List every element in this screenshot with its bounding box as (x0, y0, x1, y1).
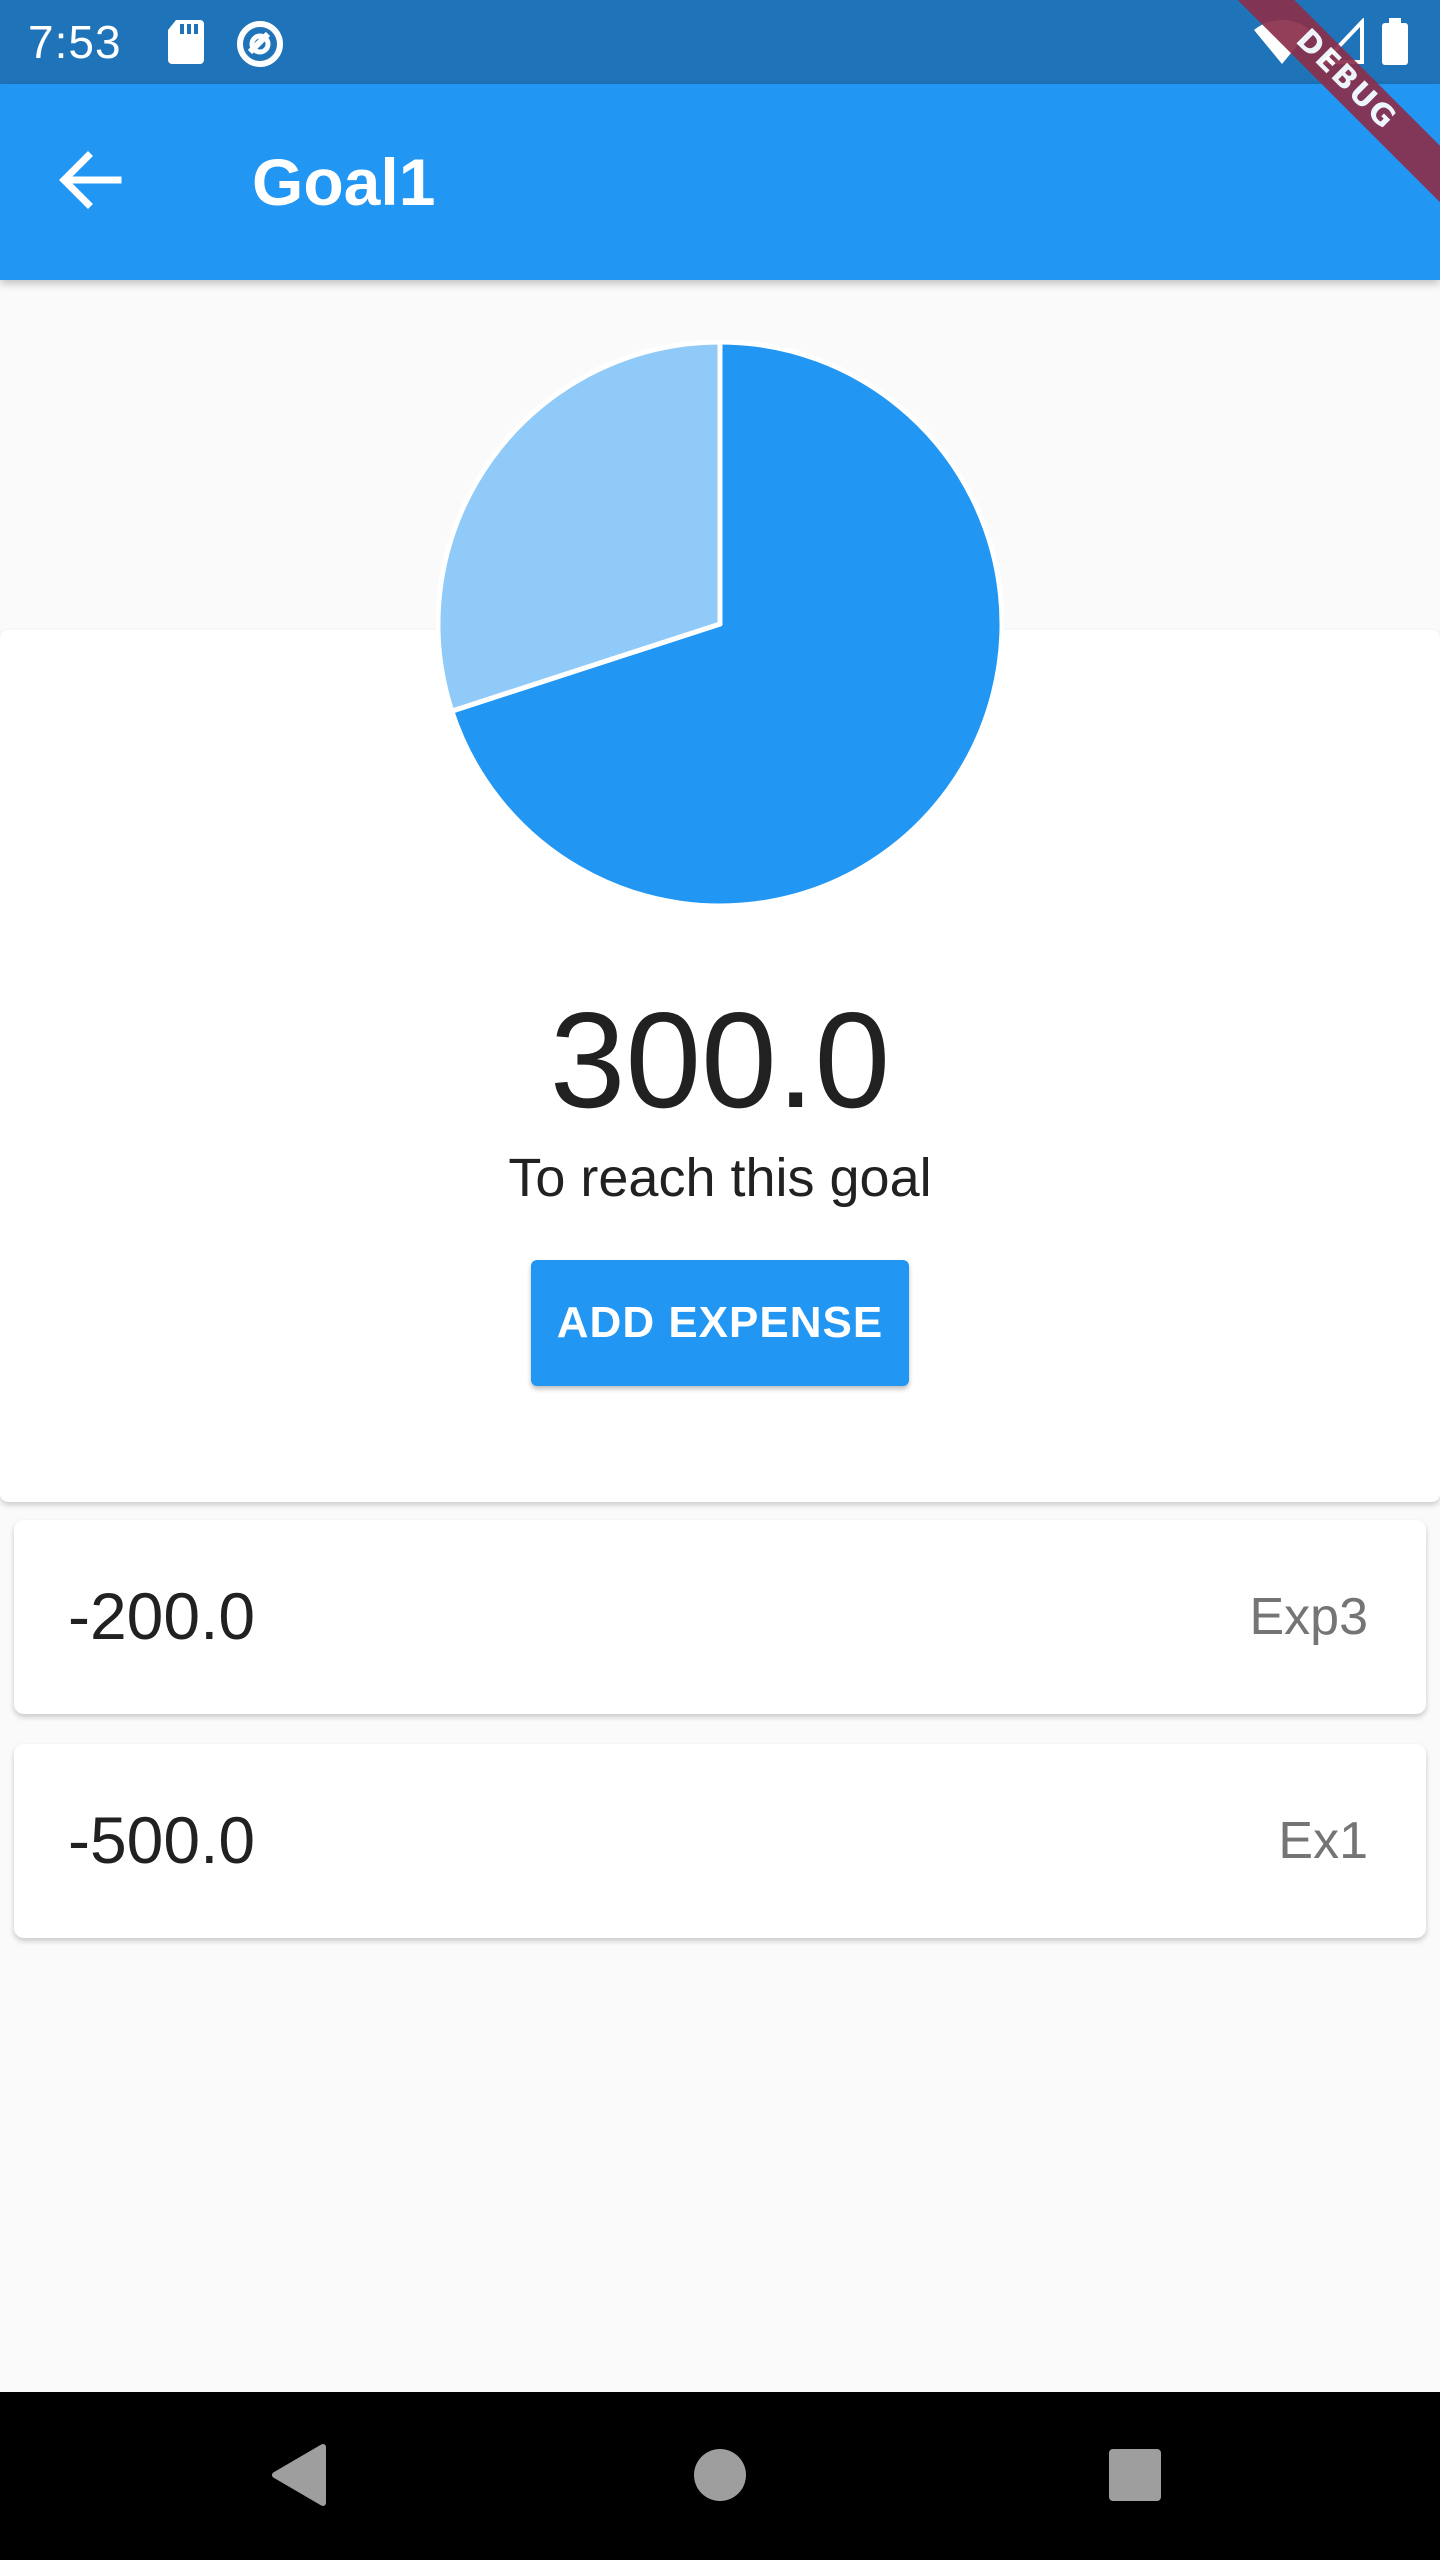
sync-icon (234, 18, 286, 67)
app-bar: Goal1 (0, 84, 1440, 280)
remaining-caption: To reach this goal (508, 1148, 932, 1208)
goal-pie-chart (435, 339, 1005, 909)
remaining-amount: 300.0 (549, 984, 891, 1136)
navigation-bar (0, 2392, 1440, 2560)
status-bar: 7:53 (0, 0, 1440, 84)
arrow-back-icon (58, 148, 122, 217)
expense-list: -200.0 Exp3 -500.0 Ex1 (14, 1520, 1426, 1968)
back-button[interactable] (42, 134, 138, 230)
nav-home-button[interactable] (675, 2432, 765, 2522)
expense-name: Exp3 (1249, 1588, 1368, 1646)
recents-square-icon (1108, 2448, 1162, 2507)
sd-card-icon (168, 18, 220, 66)
status-time: 7:53 (28, 16, 122, 68)
add-expense-button[interactable]: ADD EXPENSE (531, 1260, 909, 1386)
cell-signal-icon (1319, 16, 1372, 66)
page-title: Goal1 (252, 145, 436, 219)
nav-back-button[interactable] (254, 2432, 344, 2522)
expense-name: Ex1 (1278, 1812, 1368, 1870)
wifi-icon (1252, 18, 1312, 66)
expense-item[interactable]: -200.0 Exp3 (14, 1520, 1426, 1714)
expense-amount: -500.0 (68, 1803, 256, 1877)
expense-item[interactable]: -500.0 Ex1 (14, 1744, 1426, 1938)
nav-recents-button[interactable] (1090, 2432, 1180, 2522)
home-circle-icon (692, 2447, 748, 2508)
battery-icon (1380, 18, 1410, 66)
back-triangle-icon (269, 2443, 329, 2512)
expense-amount: -200.0 (68, 1579, 256, 1653)
